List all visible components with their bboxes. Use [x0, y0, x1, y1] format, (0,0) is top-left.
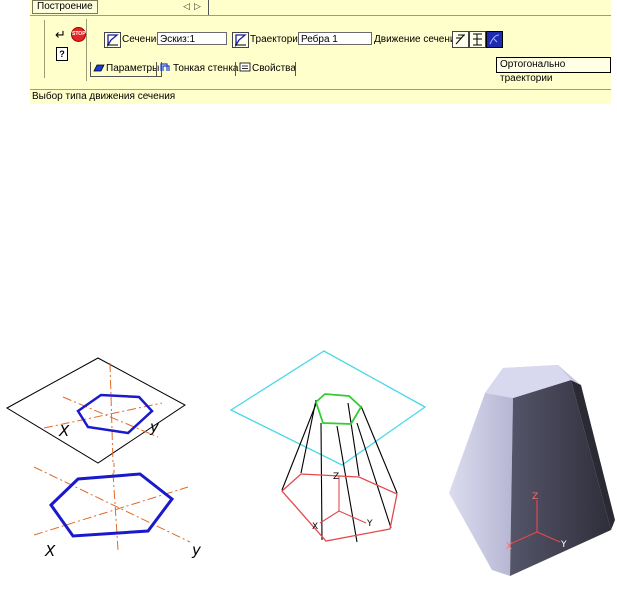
motion-label: Движение сечения	[374, 34, 461, 45]
tab-divider	[235, 62, 236, 76]
axis-z-label: Z	[333, 472, 339, 482]
tab-parameters[interactable]: Параметры	[90, 62, 163, 77]
status-text: Выбор типа движения сечения	[32, 91, 176, 102]
lower-y-label: y	[191, 541, 202, 559]
properties-tab-icon	[239, 62, 251, 72]
tab-scroll-right-icon[interactable]: ▷	[194, 1, 201, 12]
axis-z-label: Z	[532, 492, 538, 502]
trajectory-select-icon[interactable]	[232, 32, 249, 48]
help-icon[interactable]: ?	[56, 47, 68, 61]
axis-y-label: Y	[366, 519, 373, 529]
enter-object-icon[interactable]: ↵	[55, 28, 66, 41]
upper-hexagon	[76, 393, 154, 435]
lower-hexagon	[49, 472, 175, 538]
tab-postroenie[interactable]: Построение	[32, 0, 98, 14]
trajectory-input[interactable]: Ребра 1	[298, 32, 372, 45]
tab-divider	[295, 62, 296, 76]
stop-icon[interactable]: STOP	[71, 27, 86, 42]
section-input[interactable]: Эскиз:1	[157, 32, 227, 45]
motion-parallel-button[interactable]	[469, 31, 486, 48]
lower-axis-vertical	[112, 472, 119, 551]
tab-parameters-label: Параметры	[106, 63, 160, 74]
lower-x-label: X	[44, 542, 56, 560]
upper-y-label: y	[149, 418, 160, 436]
tab-properties[interactable]: Свойства	[239, 62, 296, 76]
coordinate-axes	[319, 476, 367, 524]
tab-divider	[156, 62, 157, 76]
loft-edges	[281, 399, 398, 543]
section-label: Сечение	[122, 34, 162, 45]
property-panel: Построение ◁ ▷ ↵ STOP ? Сечение Эскиз:1 …	[30, 0, 611, 103]
motion-save-angle-button[interactable]	[452, 31, 469, 48]
trajectory-label: Траектория	[250, 34, 304, 45]
tab-divider	[208, 0, 209, 15]
motion-orthogonal-button[interactable]	[486, 31, 503, 48]
panel-grip[interactable]	[44, 20, 45, 78]
status-bar: Выбор типа движения сечения	[30, 89, 611, 104]
upper-hexagon	[314, 393, 363, 425]
panel-divider	[86, 19, 87, 81]
upper-plane	[229, 350, 427, 466]
tooltip: Ортогонально траектории	[496, 57, 611, 84]
figure-projection-sketch: X y X y	[5, 357, 202, 560]
tab-thin-wall[interactable]: Тонкая стенка	[160, 62, 238, 76]
panel-tab-row: Построение ◁ ▷	[30, 0, 611, 16]
axis-x-label: X	[506, 542, 512, 552]
axis-y-label: Y	[560, 540, 567, 550]
axis-x-label: X	[312, 522, 318, 532]
upper-x-label: X	[58, 422, 70, 440]
section-select-icon[interactable]	[104, 32, 121, 48]
thin-wall-tab-icon	[160, 62, 172, 72]
parameters-tab-icon	[93, 62, 105, 72]
tab-thin-wall-label: Тонкая стенка	[173, 63, 239, 74]
solid-left-face	[449, 393, 513, 576]
figure-shaded-solid: Z X Y	[449, 365, 615, 576]
tab-properties-label: Свойства	[252, 63, 296, 74]
tab-scroll-left-icon[interactable]: ◁	[183, 1, 190, 12]
figure-wireframe-loft: Z X Y	[229, 350, 427, 543]
